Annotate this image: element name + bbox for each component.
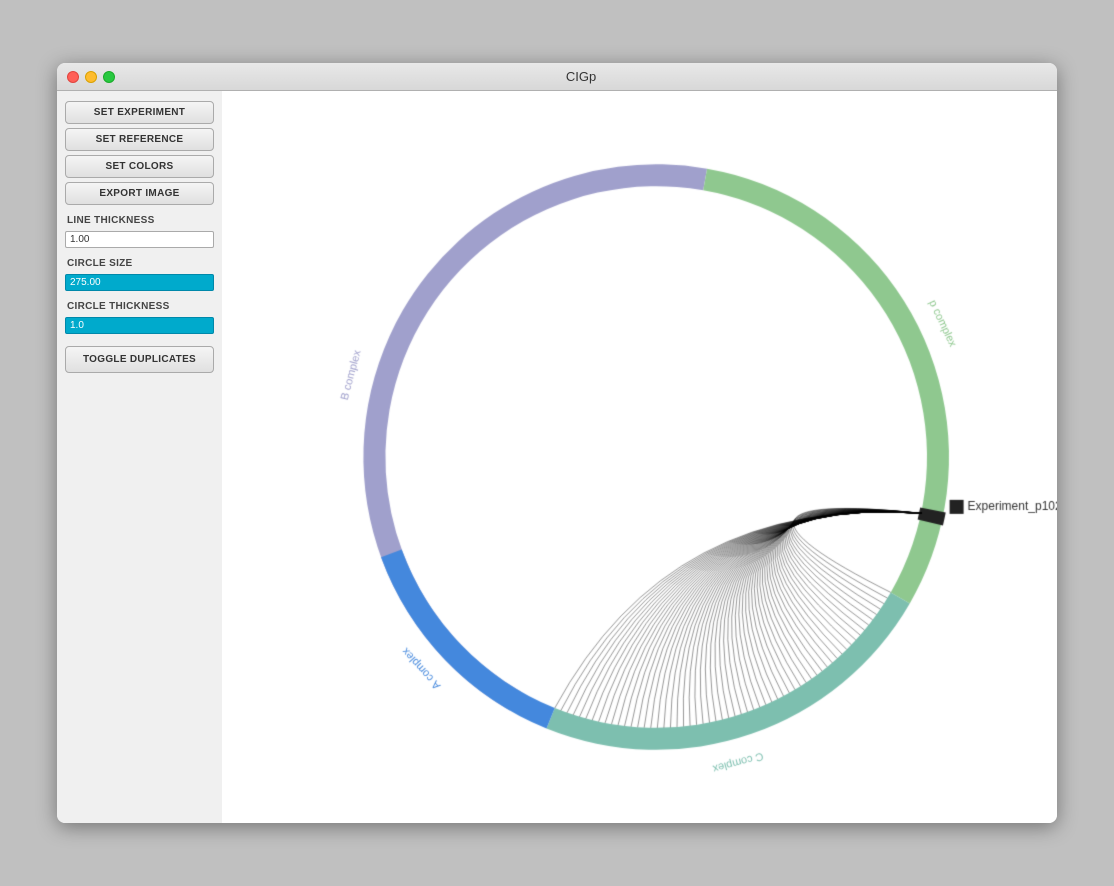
toggle-duplicates-button[interactable]: TOGGLE DUPLICATES (65, 346, 214, 373)
traffic-lights (67, 71, 115, 83)
minimize-button[interactable] (85, 71, 97, 83)
main-canvas-area (222, 91, 1057, 823)
set-experiment-button[interactable]: SET EXPERIMENT (65, 101, 214, 124)
circle-thickness-label: CIRCLE THICKNESS (65, 301, 214, 312)
sidebar: SET EXPERIMENT SET REFERENCE SET COLORS … (57, 91, 222, 823)
circle-thickness-input[interactable] (65, 317, 214, 334)
maximize-button[interactable] (103, 71, 115, 83)
set-colors-button[interactable]: SET COLORS (65, 155, 214, 178)
window-title: CIGp (115, 69, 1047, 84)
circle-size-input[interactable] (65, 274, 214, 291)
visualization-canvas (222, 91, 1057, 823)
close-button[interactable] (67, 71, 79, 83)
circle-size-label: CIRCLE SIZE (65, 258, 214, 269)
app-window: CIGp SET EXPERIMENT SET REFERENCE SET CO… (57, 63, 1057, 823)
content-area: SET EXPERIMENT SET REFERENCE SET COLORS … (57, 91, 1057, 823)
line-thickness-input[interactable] (65, 231, 214, 248)
export-image-button[interactable]: EXPORT IMAGE (65, 182, 214, 205)
line-thickness-label: LINE THICKNESS (65, 215, 214, 226)
set-reference-button[interactable]: SET REFERENCE (65, 128, 214, 151)
titlebar: CIGp (57, 63, 1057, 91)
